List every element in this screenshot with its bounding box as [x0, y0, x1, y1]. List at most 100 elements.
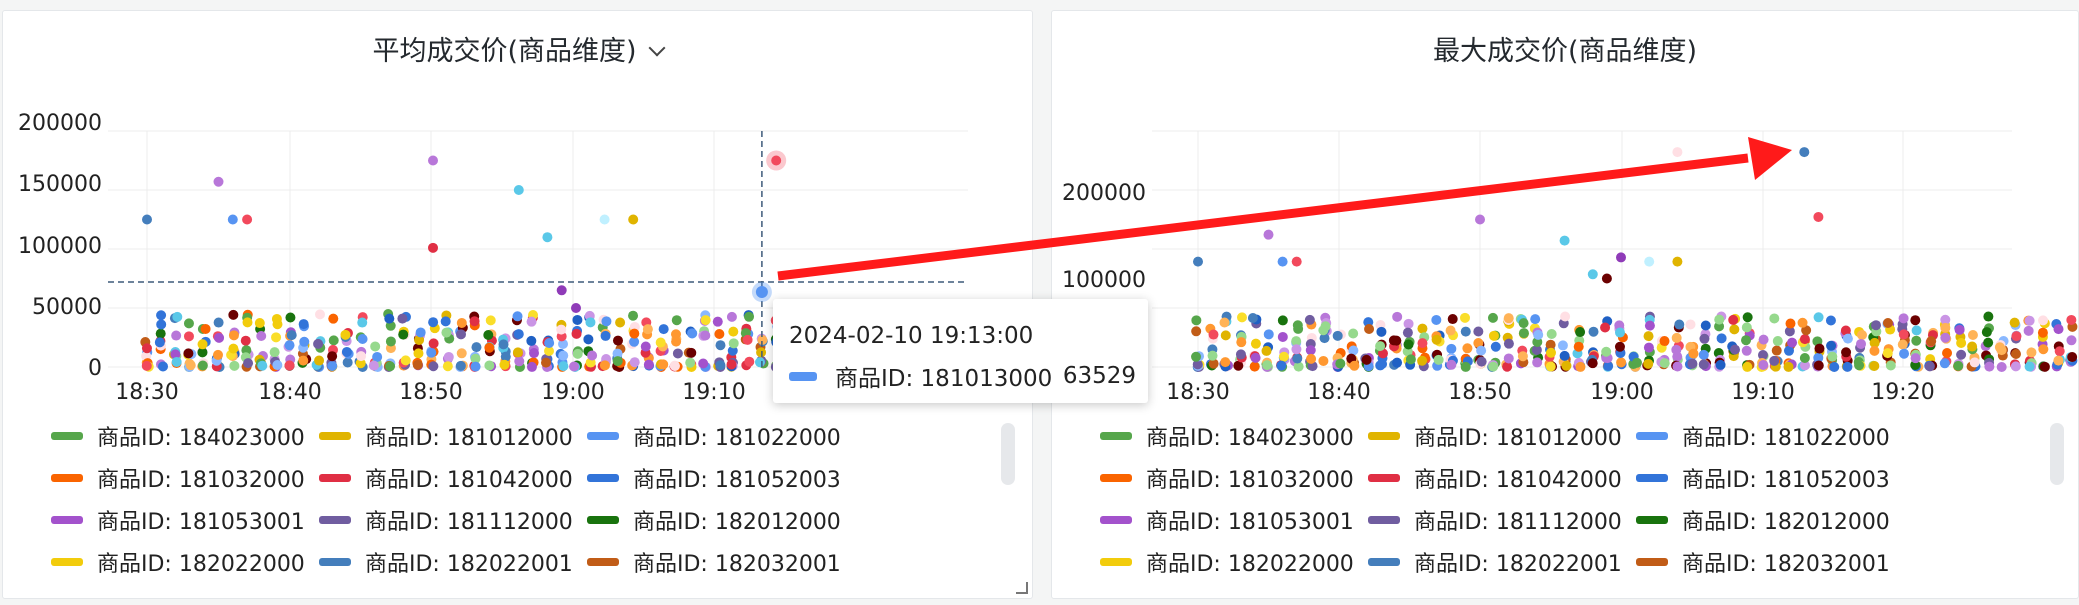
panel-max-price: 最大成交价(商品维度) 100000 200000 18:30 18:40 18:50 1…	[1051, 10, 2079, 599]
scatter-point	[1716, 333, 1727, 344]
legend-label: 商品ID: 182012000	[1682, 510, 1890, 535]
legend-item[interactable]: 商品ID: 181112000	[319, 505, 573, 535]
scatter-point	[1502, 361, 1513, 372]
scatter-point	[1674, 319, 1685, 330]
scatter-point	[328, 313, 339, 324]
legend-item[interactable]: 商品ID: 181042000	[1368, 463, 1622, 493]
scatter-point	[155, 328, 166, 339]
scatter-point	[1559, 350, 1570, 361]
scatter-point	[1318, 355, 1329, 366]
scatter-point	[2024, 361, 2035, 372]
legend-item[interactable]: 商品ID: 184023000	[1100, 421, 1354, 451]
legend-item[interactable]: 商品ID: 181052003	[587, 463, 841, 493]
legend-item[interactable]: 商品ID: 181053001	[51, 505, 305, 535]
legend-item[interactable]: 商品ID: 182022001	[1368, 547, 1622, 577]
scatter-point	[1869, 345, 1880, 356]
legend-item[interactable]: 商品ID: 181112000	[1368, 505, 1622, 535]
y-tick-label: 150000	[18, 172, 102, 197]
legend-item[interactable]: 商品ID: 182012000	[587, 505, 841, 535]
scatter-point	[628, 310, 639, 321]
scatter-plot-max[interactable]: 100000 200000 18:30 18:40 18:50 19:00 19:10 19:…	[1052, 11, 2078, 411]
legend-label: 商品ID: 182032001	[1682, 552, 1890, 577]
scatter-point	[284, 360, 295, 371]
legend-item[interactable]: 商品ID: 181053001	[1100, 505, 1354, 535]
scatter-point	[1953, 360, 1964, 371]
legend-item[interactable]: 商品ID: 182022000	[1100, 547, 1354, 577]
scatter-point	[498, 339, 509, 350]
resize-handle-icon[interactable]	[1016, 582, 1028, 594]
scatter-point	[214, 332, 225, 343]
legend-item[interactable]: 商品ID: 181012000	[1368, 421, 1622, 451]
scatter-point	[1729, 324, 1740, 335]
scatter-point	[1787, 337, 1798, 348]
scatter-point	[587, 350, 598, 361]
scatter-point	[185, 360, 196, 371]
scatter-point	[612, 335, 623, 346]
legend-item[interactable]: 商品ID: 181022000	[1636, 421, 1890, 451]
legend-item[interactable]: 商品ID: 182022000	[51, 547, 305, 577]
legend-label: 商品ID: 182032001	[633, 552, 841, 577]
scatter-point	[615, 317, 626, 328]
scatter-point	[1967, 341, 1978, 352]
scatter-point	[499, 359, 510, 370]
scatter-point	[1715, 359, 1726, 370]
scatter-point	[441, 327, 452, 338]
scatter-point	[142, 214, 152, 225]
legend-item[interactable]: 商品ID: 181052003	[1636, 463, 1890, 493]
legend-scrollbar[interactable]	[1001, 423, 1015, 485]
legend-scrollbar[interactable]	[2050, 423, 2064, 485]
scatter-point	[1698, 349, 1709, 360]
scatter-point	[1277, 315, 1288, 326]
legend-item[interactable]: 商品ID: 181022000	[587, 421, 841, 451]
scatter-point	[1545, 361, 1556, 372]
legend-item[interactable]: 商品ID: 181032000	[51, 463, 305, 493]
scatter-point	[640, 341, 651, 352]
x-tick-label: 18:40	[1307, 380, 1370, 405]
x-tick-label: 18:50	[1448, 380, 1511, 405]
scatter-point	[1857, 330, 1868, 341]
tooltip-row: 商品ID: 181013000 63529	[789, 359, 1136, 393]
x-tick-label: 18:30	[115, 380, 178, 405]
scatter-point	[154, 337, 165, 348]
scatter-point	[1402, 327, 1413, 338]
scatter-point	[1600, 322, 1611, 333]
scatter-point	[1956, 349, 1967, 360]
scatter-point	[1698, 359, 1709, 370]
scatter-point	[513, 185, 524, 195]
scatter-point	[412, 359, 423, 370]
scatter-point	[2038, 344, 2049, 355]
scatter-point	[1700, 320, 1711, 331]
legend-item[interactable]: 商品ID: 182022001	[319, 547, 573, 577]
legend-item[interactable]: 商品ID: 181032000	[1100, 463, 1354, 493]
legend-label: 商品ID: 181052003	[1682, 468, 1890, 493]
scatter-point	[1616, 252, 1626, 263]
scatter-point	[1967, 330, 1978, 341]
legend-swatch	[1100, 474, 1132, 482]
scatter-point	[1375, 341, 1386, 352]
scatter-point	[728, 338, 739, 349]
legend-item[interactable]: 商品ID: 182032001	[587, 547, 841, 577]
scatter-point	[2026, 347, 2037, 358]
scatter-point	[183, 318, 194, 329]
legend-item[interactable]: 商品ID: 181012000	[319, 421, 573, 451]
scatter-point	[744, 356, 755, 367]
scatter-point	[671, 336, 682, 347]
x-tick-label: 19:20	[1871, 380, 1934, 405]
scatter-point	[1587, 269, 1598, 280]
legend-swatch	[1100, 516, 1132, 524]
scatter-point	[1799, 147, 1810, 158]
legend-item[interactable]: 商品ID: 182032001	[1636, 547, 1890, 577]
legend-item[interactable]: 商品ID: 181042000	[319, 463, 573, 493]
scatter-point	[483, 330, 494, 341]
scatter-point	[2053, 355, 2064, 366]
scatter-point	[341, 346, 352, 357]
highlighted-point[interactable]	[755, 286, 768, 299]
legend-item[interactable]: 商品ID: 182012000	[1636, 505, 1890, 535]
scatter-point	[1306, 353, 1317, 364]
scatter-point	[1969, 357, 1980, 368]
scatter-point	[484, 360, 495, 371]
scatter-point	[257, 360, 268, 371]
scatter-point	[1546, 329, 1557, 340]
legend-item[interactable]: 商品ID: 184023000	[51, 421, 305, 451]
scatter-point	[1643, 331, 1654, 342]
